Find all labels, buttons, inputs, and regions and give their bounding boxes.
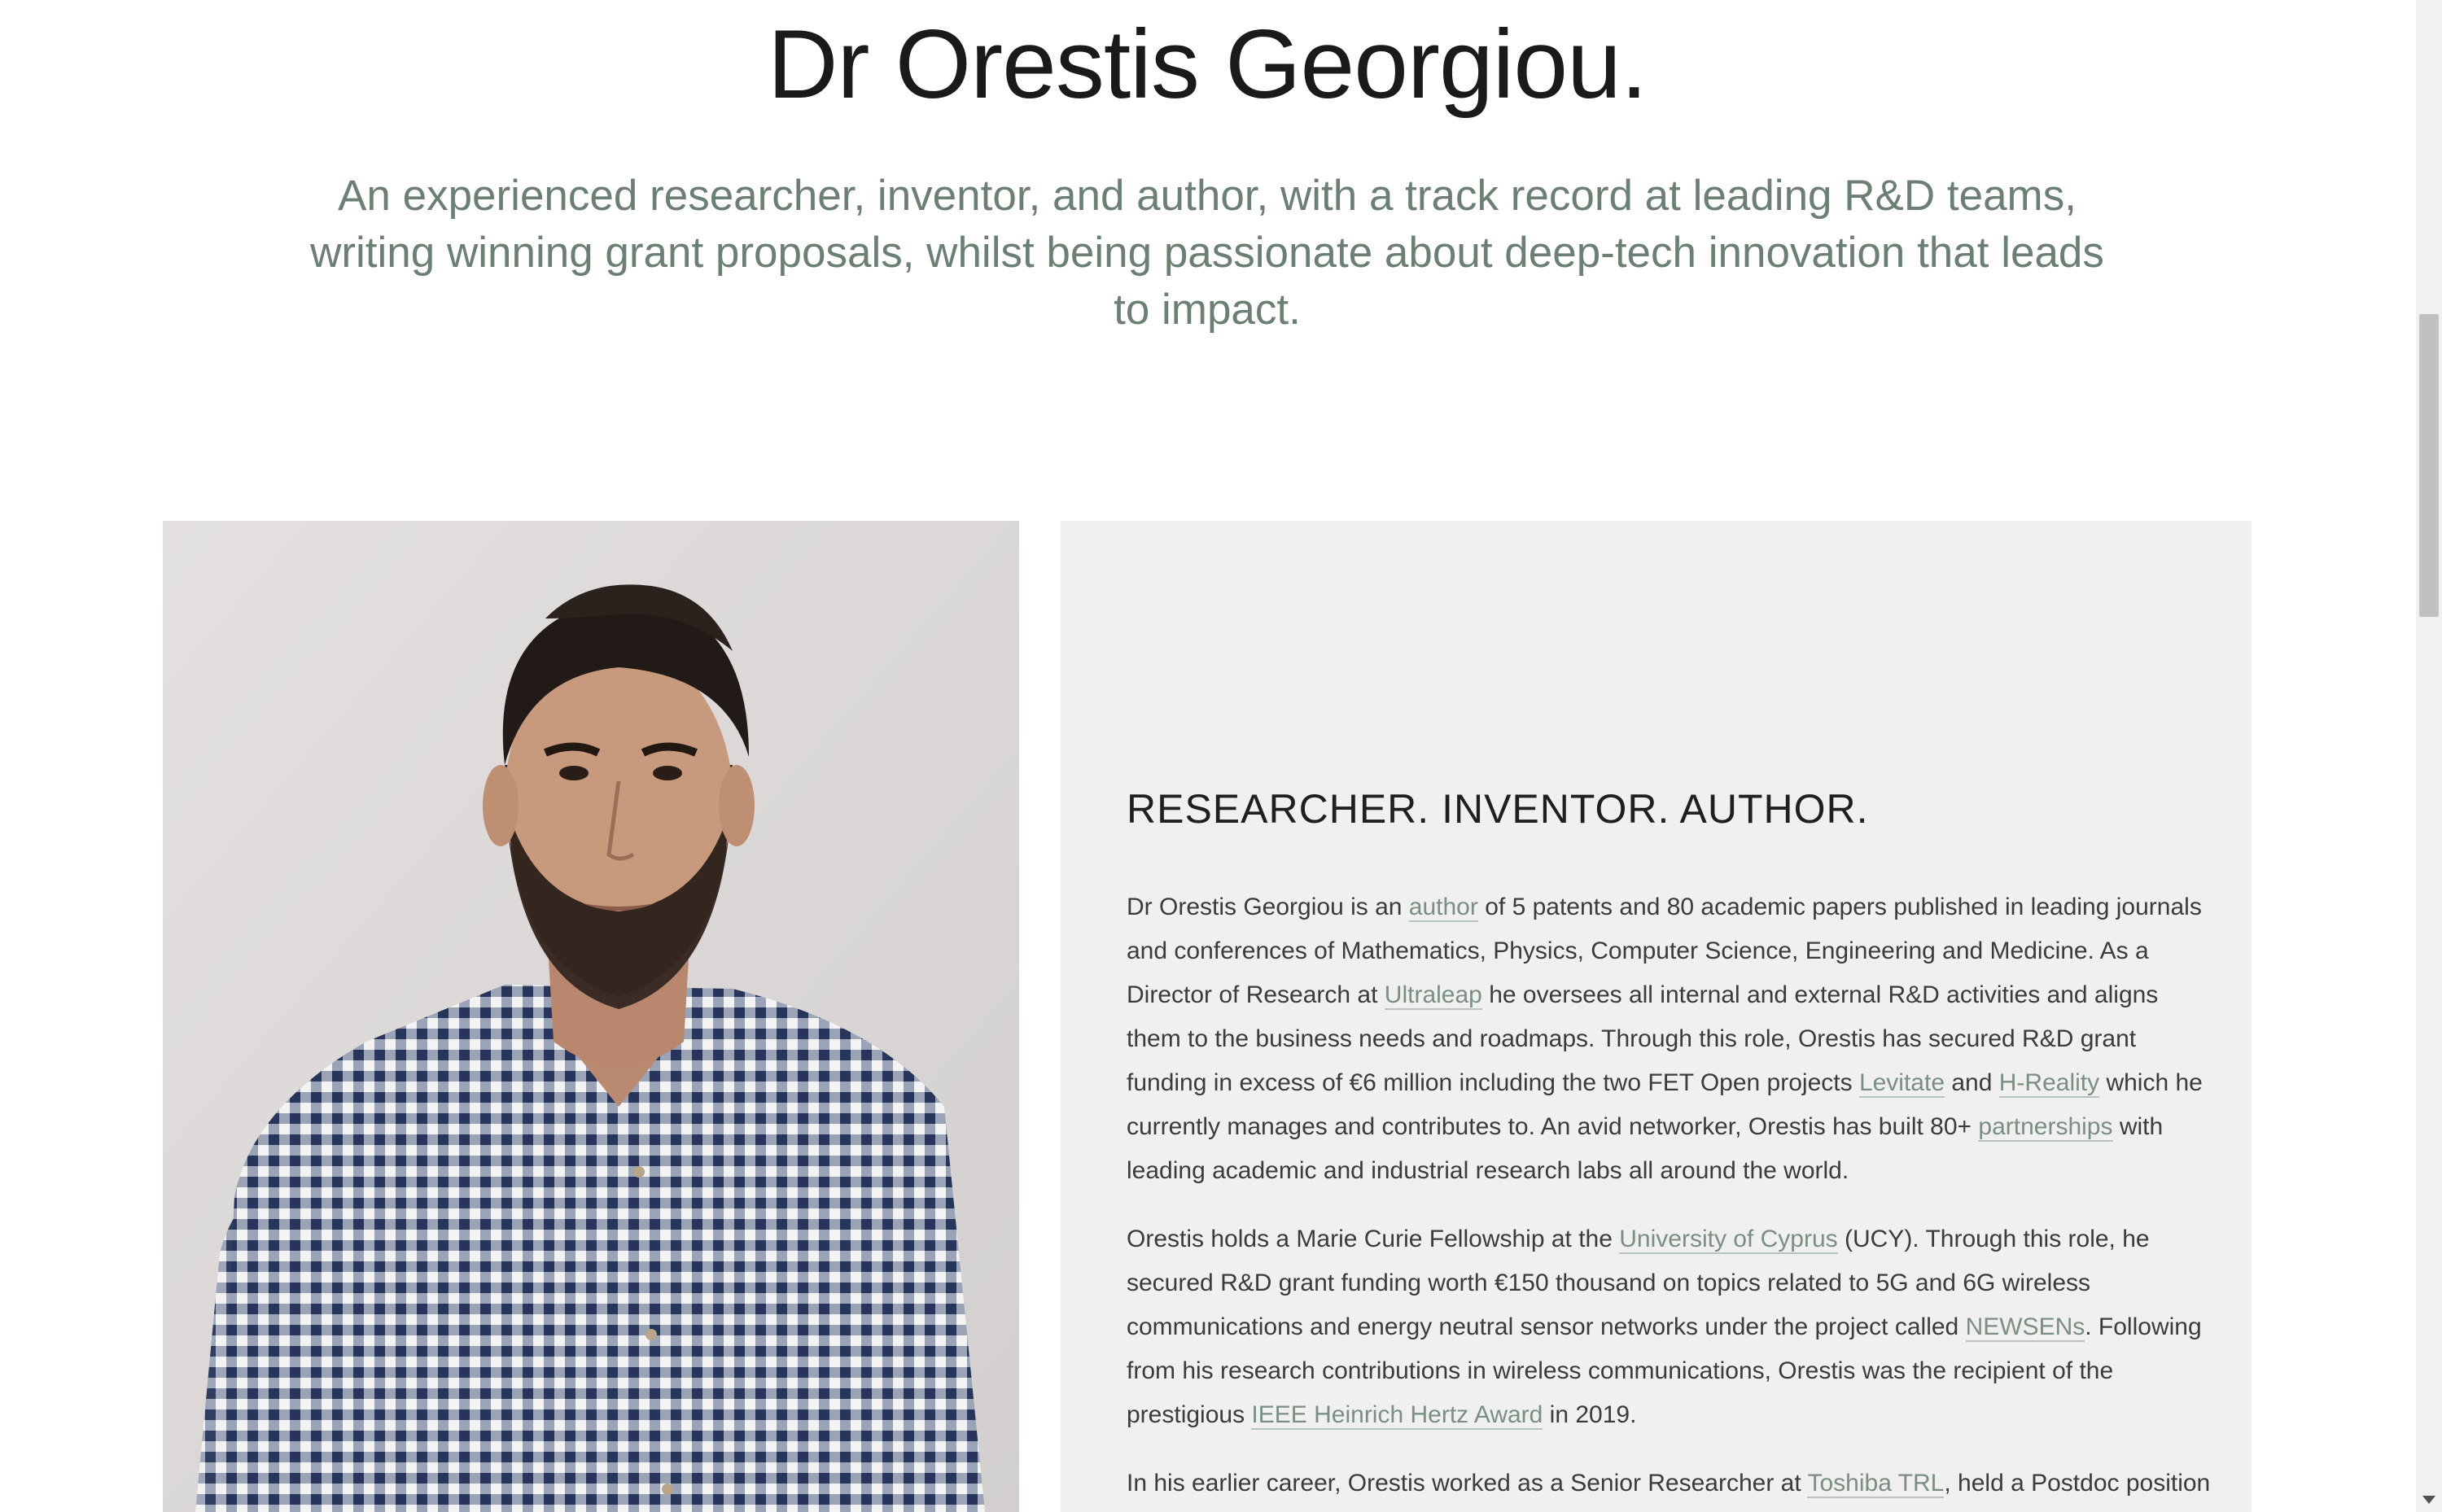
scrollbar-thumb[interactable] <box>2419 314 2439 617</box>
h-reality-link[interactable]: H-Reality <box>1998 1069 2100 1098</box>
author-link[interactable]: author <box>1408 894 1478 922</box>
vertical-scrollbar[interactable] <box>2416 0 2442 1512</box>
page-title: Dr Orestis Georgiou. <box>767 10 1648 119</box>
bio-text-segment: and <box>1945 1069 1999 1096</box>
university-of-cyprus-link[interactable]: University of Cyprus <box>1619 1226 1838 1254</box>
newsens-link[interactable]: NEWSENs <box>1965 1313 2085 1342</box>
page-subtitle: An experienced researcher, inventor, and… <box>310 172 2104 334</box>
bio-paragraph: Orestis holds a Marie Curie Fellowship a… <box>1127 1217 2217 1437</box>
bio-text: Dr Orestis Georgiou is an author of 5 pa… <box>1127 885 2217 1512</box>
bio-heading: RESEARCHER. INVENTOR. AUTHOR. <box>1127 786 1869 832</box>
bio-paragraph: In his earlier career, Orestis worked as… <box>1127 1462 2217 1512</box>
ieee-award-link[interactable]: IEEE Heinrich Hertz Award <box>1251 1401 1543 1430</box>
bio-text-segment: Dr Orestis Georgiou is an <box>1127 894 1409 920</box>
bio-panel: RESEARCHER. INVENTOR. AUTHOR. Dr Orestis… <box>1061 521 2252 1512</box>
levitate-link[interactable]: Levitate <box>1858 1069 1945 1098</box>
bio-text-segment: in 2019. <box>1543 1401 1637 1428</box>
bio-paragraph: Dr Orestis Georgiou is an author of 5 pa… <box>1127 885 2217 1193</box>
portrait-photo <box>163 521 1019 1512</box>
scroll-down-arrow-icon[interactable] <box>2422 1496 2435 1504</box>
ultraleap-link[interactable]: Ultraleap <box>1384 981 1482 1010</box>
partnerships-link[interactable]: partnerships <box>1978 1113 2113 1142</box>
person-photo-icon <box>163 521 1019 1512</box>
bio-text-segment: In his earlier career, Orestis worked as… <box>1127 1470 1808 1497</box>
bio-text-segment: Orestis holds a Marie Curie Fellowship a… <box>1127 1226 1620 1252</box>
toshiba-trl-link[interactable]: Toshiba TRL <box>1807 1470 1945 1498</box>
